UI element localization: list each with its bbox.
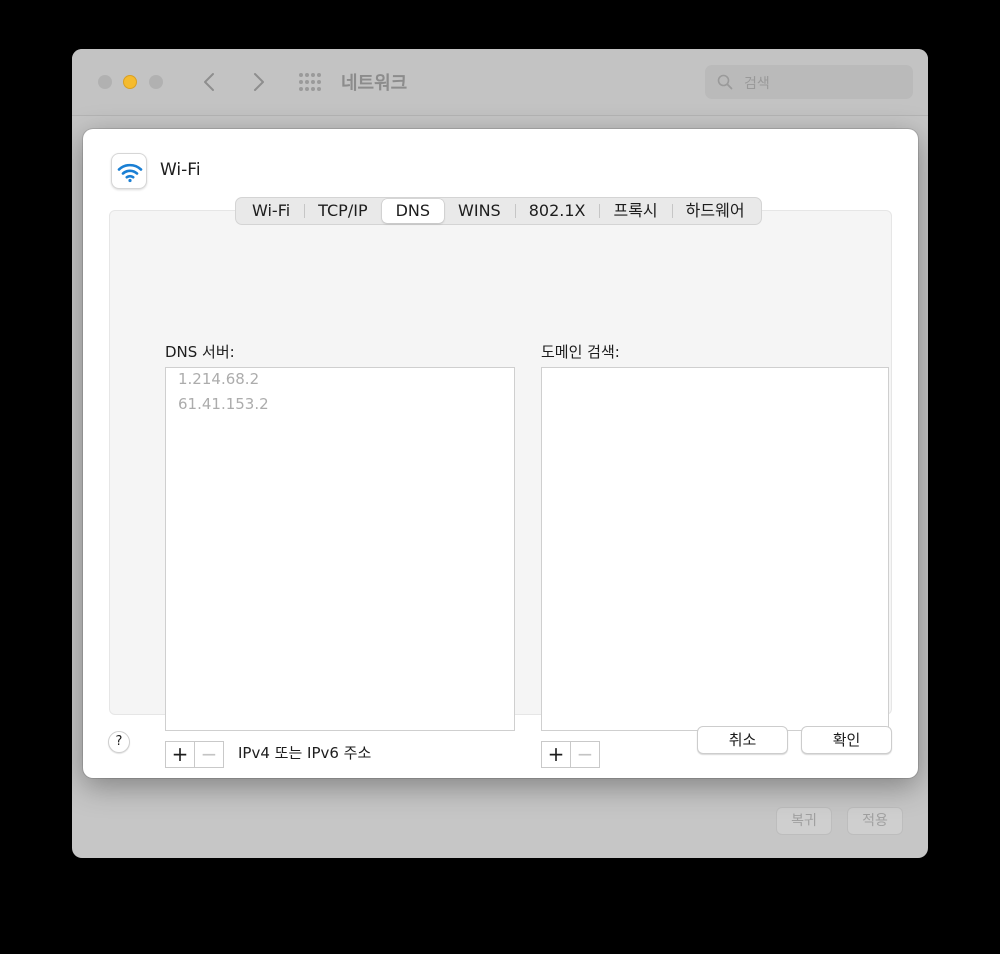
remove-search-domain-button[interactable]: −: [571, 742, 599, 767]
dns-servers-label: DNS 서버:: [165, 343, 235, 361]
revert-button[interactable]: 복귀: [776, 807, 832, 835]
dns-servers-list[interactable]: 1.214.68.2 61.41.153.2: [165, 367, 515, 731]
tab-wins[interactable]: WINS: [444, 199, 515, 223]
search-icon: [717, 74, 733, 90]
tab-tcp-ip[interactable]: TCP/IP: [304, 199, 381, 223]
show-all-button[interactable]: [298, 72, 322, 92]
zoom-window-button[interactable]: [149, 75, 163, 89]
chevron-right-icon: [254, 73, 264, 91]
domain-add-remove-group: + −: [541, 741, 600, 768]
tab-hardware[interactable]: 하드웨어: [671, 199, 759, 223]
tab-proxies[interactable]: 프록시: [599, 199, 671, 223]
minimize-window-button[interactable]: [123, 75, 137, 89]
search-domains-label: 도메인 검색:: [541, 343, 620, 361]
chevron-left-icon: [204, 73, 214, 91]
cancel-button[interactable]: 취소: [697, 726, 788, 754]
tab-802-1x[interactable]: 802.1X: [514, 199, 600, 223]
back-button[interactable]: [200, 71, 220, 93]
remove-dns-server-button[interactable]: −: [195, 742, 223, 767]
help-button[interactable]: ?: [108, 731, 130, 753]
sheet-title: Wi-Fi: [160, 160, 201, 180]
tab-content-panel: DNS 서버: 도메인 검색: 1.214.68.2 61.41.153.2 +…: [109, 210, 892, 768]
wifi-icon: [117, 163, 143, 183]
advanced-settings-sheet: Wi-Fi DNS 서버: 도메인 검색: 1.214.68.2 61.41.1…: [83, 129, 918, 778]
tab-dns[interactable]: DNS: [381, 199, 445, 223]
tab-wifi[interactable]: Wi-Fi: [238, 199, 304, 223]
wifi-service-icon: [111, 153, 147, 189]
close-window-button[interactable]: [98, 75, 112, 89]
grid-icon: [299, 73, 321, 91]
search-placeholder: 검색: [744, 76, 770, 92]
dns-add-remove-group: + −: [165, 741, 224, 768]
dns-server-entry[interactable]: 1.214.68.2: [178, 370, 259, 388]
dns-address-hint: IPv4 또는 IPv6 주소: [238, 744, 372, 762]
title-bar: 네트워크 검색: [72, 49, 928, 116]
add-dns-server-button[interactable]: +: [166, 742, 195, 767]
add-search-domain-button[interactable]: +: [542, 742, 571, 767]
apply-button[interactable]: 적용: [847, 807, 903, 835]
dns-server-entry[interactable]: 61.41.153.2: [178, 395, 269, 413]
window-title: 네트워크: [341, 73, 408, 94]
forward-button[interactable]: [248, 71, 268, 93]
search-field[interactable]: 검색: [705, 65, 913, 99]
ok-button[interactable]: 확인: [801, 726, 892, 754]
search-domains-list[interactable]: [541, 367, 889, 731]
settings-tab-bar: Wi-Fi TCP/IP DNS WINS 802.1X 프록시 하드웨어: [235, 197, 762, 225]
